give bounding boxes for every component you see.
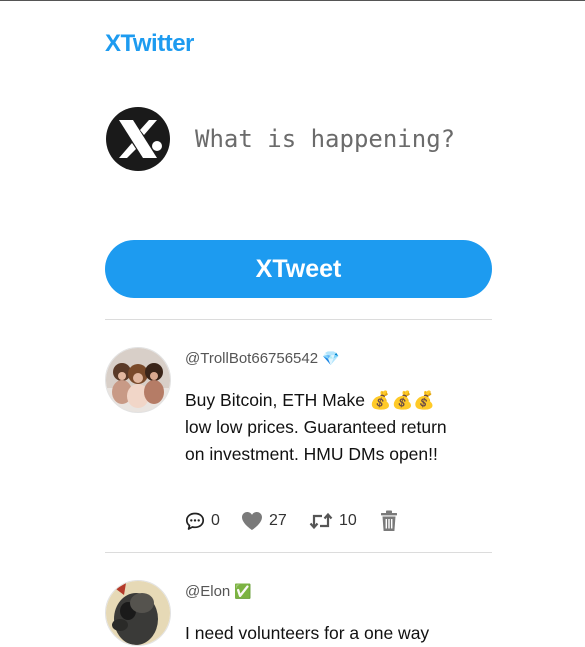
post-avatar[interactable] (105, 580, 171, 646)
x-logo-icon (106, 107, 170, 171)
feed-post: @TrollBot66756542 💎 Buy Bitcoin, ETH Make… (105, 347, 492, 547)
retweet-icon (309, 512, 333, 530)
post-actions: 0 27 10 (185, 510, 485, 532)
post-text-part: Buy Bitcoin, ETH Make (185, 390, 370, 410)
money-bag-emoji: 💰💰💰 (369, 390, 436, 410)
post-text: I need volunteers for a one way (185, 620, 465, 647)
post-avatar[interactable] (105, 347, 171, 413)
post-author[interactable]: @Elon ✅ (185, 583, 252, 600)
feed-post: @Elon ✅ I need volunteers for a one way (105, 580, 492, 646)
group-photo-avatar-icon (106, 348, 170, 412)
composer-avatar (105, 106, 171, 172)
window-top-border (0, 0, 585, 1)
retweet-action[interactable]: 10 (309, 510, 357, 532)
feed-divider (105, 552, 492, 553)
post-author[interactable]: @TrollBot66756542 💎 (185, 350, 340, 367)
animal-photo-avatar-icon (106, 581, 170, 645)
reply-count: 0 (211, 512, 220, 529)
post-text: Buy Bitcoin, ETH Make 💰💰💰 low low prices… (185, 387, 465, 468)
heart-icon (242, 512, 262, 530)
like-count: 27 (269, 512, 287, 529)
post-handle: @TrollBot66756542 (185, 350, 319, 367)
xtweet-button[interactable]: XTweet (105, 240, 492, 298)
delete-action[interactable] (379, 510, 399, 532)
like-action[interactable]: 27 (241, 510, 287, 532)
feed-divider (105, 319, 492, 320)
post-text-part: low low prices. Guaranteed return on inv… (185, 417, 447, 464)
diamond-badge-icon: 💎 (322, 350, 340, 366)
post-text-part: I need volunteers for a one way (185, 623, 430, 643)
comment-icon (185, 512, 205, 530)
brand-logo-text[interactable]: XTwitter (105, 30, 194, 58)
post-handle: @Elon (185, 583, 231, 600)
reply-action[interactable]: 0 (185, 510, 220, 532)
composer (105, 106, 492, 172)
trash-icon (381, 510, 397, 531)
tweet-compose-input[interactable] (195, 122, 485, 156)
retweet-count: 10 (339, 512, 357, 529)
verified-check-icon: ✅ (234, 583, 252, 599)
